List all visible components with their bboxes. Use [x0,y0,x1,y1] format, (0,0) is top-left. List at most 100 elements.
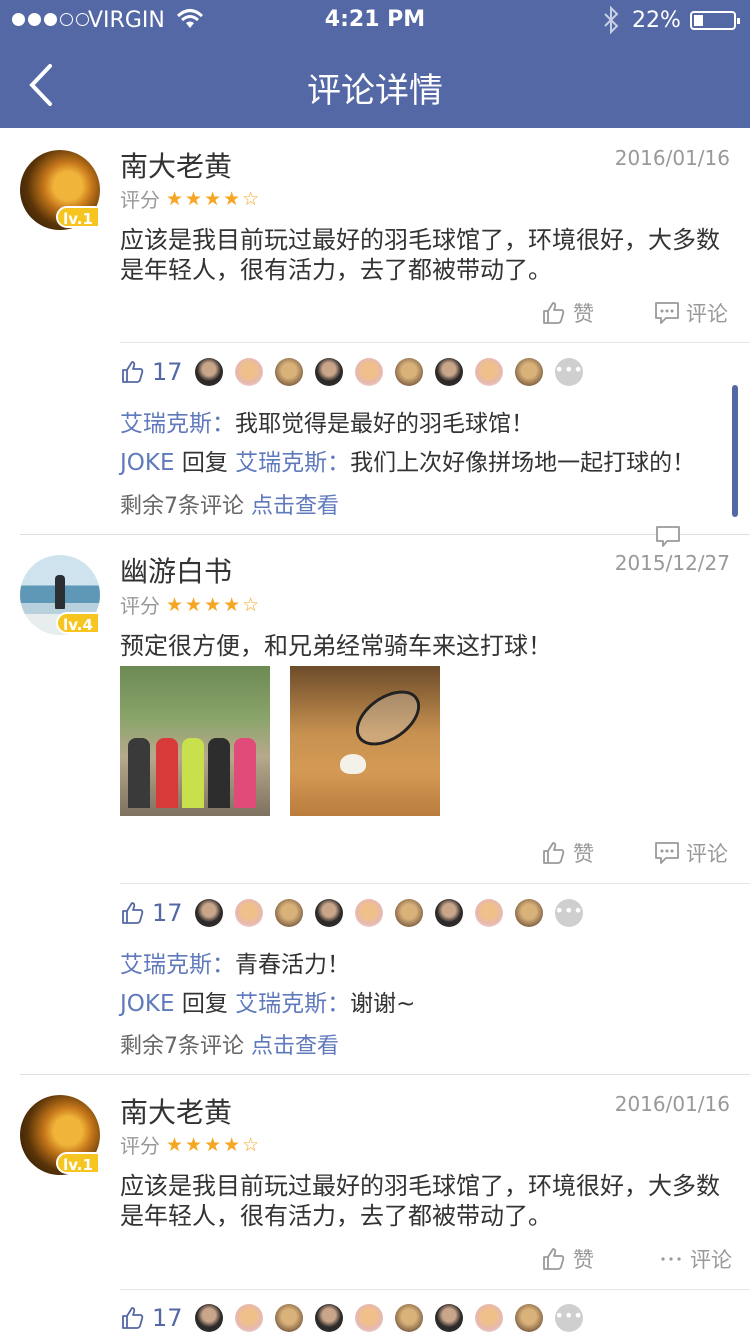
review-date: 2016/01/16 [614,146,730,170]
more-dots-icon [661,1257,681,1261]
liker-avatar[interactable] [194,358,223,386]
liker-avatar[interactable] [474,358,503,386]
view-more-link[interactable]: 点击查看 [251,494,339,519]
liker-avatar[interactable] [274,358,303,386]
reply-author[interactable]: 艾瑞克斯 [120,952,212,978]
star-rating: ★★★★☆ [166,187,262,210]
liker-avatar[interactable] [194,1304,223,1332]
comment-icon[interactable] [655,525,681,549]
review-photo[interactable] [120,666,270,816]
username[interactable]: 幽游白书 [120,550,232,590]
liker-avatar[interactable] [474,1304,503,1332]
liker-avatar[interactable] [514,899,543,927]
liker-avatar[interactable] [354,358,383,386]
comment-label: 评论 [690,1248,732,1272]
like-label: 赞 [573,1248,594,1272]
review-date: 2016/01/16 [614,1092,730,1116]
reply-text: 我耶觉得是最好的羽毛球馆！ [235,411,534,437]
remaining-comments: 剩余7条评论 点击查看 [120,1028,339,1060]
liker-avatar[interactable] [514,358,543,386]
battery-icon [690,11,740,30]
liker-avatar[interactable] [434,899,463,927]
like-button[interactable]: 赞 [541,298,594,328]
like-label: 赞 [573,842,594,866]
comment-button[interactable]: 评论 [654,838,728,868]
reply-line: 艾瑞克斯：我耶觉得是最好的羽毛球馆！ [120,411,534,437]
liker-avatar[interactable] [194,899,223,927]
remaining-comments: 剩余7条评论 点击查看 [120,488,339,520]
thumbs-up-icon [122,902,144,924]
liker-avatar[interactable] [394,899,423,927]
liker-avatar[interactable] [234,1304,263,1332]
like-count[interactable]: 17 [120,1304,183,1332]
reply-author[interactable]: JOKE [120,991,175,1017]
likes-row: 17 ••• [120,1304,583,1332]
thumbs-up-icon [122,361,144,383]
bluetooth-icon [604,6,619,34]
review-date: 2015/12/27 [614,551,730,575]
like-label: 赞 [573,302,594,326]
divider [120,883,750,884]
scrollbar[interactable] [732,385,738,517]
divider [120,1289,750,1290]
liker-avatar[interactable] [274,899,303,927]
likes-row: 17 ••• [120,358,583,386]
review-text: 预定很方便，和兄弟经常骑车来这打球！ [120,632,552,660]
reply-target[interactable]: 艾瑞克斯 [235,450,327,476]
view-more-link[interactable]: 点击查看 [251,1034,339,1059]
reply-author[interactable]: JOKE [120,450,175,476]
thumbs-up-icon [122,1307,144,1329]
comment-icon [655,302,679,324]
like-count-value: 17 [152,899,183,927]
liker-avatar[interactable] [234,899,263,927]
liker-avatar[interactable] [514,1304,543,1332]
liker-avatar[interactable] [234,358,263,386]
liker-avatar[interactable] [394,1304,423,1332]
review-separator [20,534,750,535]
battery-percent: 22% [632,8,681,33]
liker-avatar[interactable] [474,899,503,927]
reply-target[interactable]: 艾瑞克斯 [235,991,327,1017]
level-badge: lv.1 [56,1152,100,1174]
thumbs-up-icon [543,842,565,864]
liker-avatar[interactable] [394,358,423,386]
more-icon[interactable]: ••• [554,899,583,927]
like-button[interactable]: 赞 [541,1244,594,1274]
reply-author[interactable]: 艾瑞克斯 [120,411,212,437]
remaining-label: 剩余7条评论 [120,1034,244,1059]
liker-avatar[interactable] [314,899,343,927]
like-button[interactable]: 赞 [541,838,594,868]
status-bar: VIRGIN 4:21 PM 22% [0,0,750,40]
username[interactable]: 南大老黄 [120,145,232,185]
review-text: 应该是我目前玩过最好的羽毛球馆了，环境很好，大多数是年轻人，很有活力，去了都被带… [120,1172,720,1230]
comment-label: 评论 [686,842,728,866]
username[interactable]: 南大老黄 [120,1091,232,1131]
comment-button[interactable]: 评论 [658,1244,732,1274]
rating: 评分 ★★★★☆ [120,590,261,619]
review-photo[interactable] [290,666,440,816]
liker-avatar[interactable] [354,899,383,927]
reply-line: 艾瑞克斯：青春活力！ [120,952,350,978]
liker-avatar[interactable] [354,1304,383,1332]
comment-label: 评论 [686,302,728,326]
liker-avatar[interactable] [274,1304,303,1332]
more-icon[interactable]: ••• [554,1304,583,1332]
like-count[interactable]: 17 [120,899,183,927]
like-count[interactable]: 17 [120,358,183,386]
more-icon[interactable]: ••• [554,358,583,386]
remaining-label: 剩余7条评论 [120,494,244,519]
rating: 评分 ★★★★☆ [120,184,261,213]
liker-avatar[interactable] [434,358,463,386]
reply-line: JOKE 回复 艾瑞克斯：我们上次好像拼场地一起打球的！ [120,450,696,476]
comment-button[interactable]: 评论 [654,298,728,328]
review-text: 应该是我目前玩过最好的羽毛球馆了，环境很好，大多数是年轻人，很有活力，去了都被带… [120,226,720,284]
reply-word: 回复 [181,991,228,1017]
divider [120,342,750,343]
star-rating: ★★★★☆ [166,1133,262,1156]
like-count-value: 17 [152,1304,183,1332]
liker-avatar[interactable] [434,1304,463,1332]
review-separator [20,1074,750,1075]
like-count-value: 17 [152,358,183,386]
liker-avatar[interactable] [314,1304,343,1332]
liker-avatar[interactable] [314,358,343,386]
